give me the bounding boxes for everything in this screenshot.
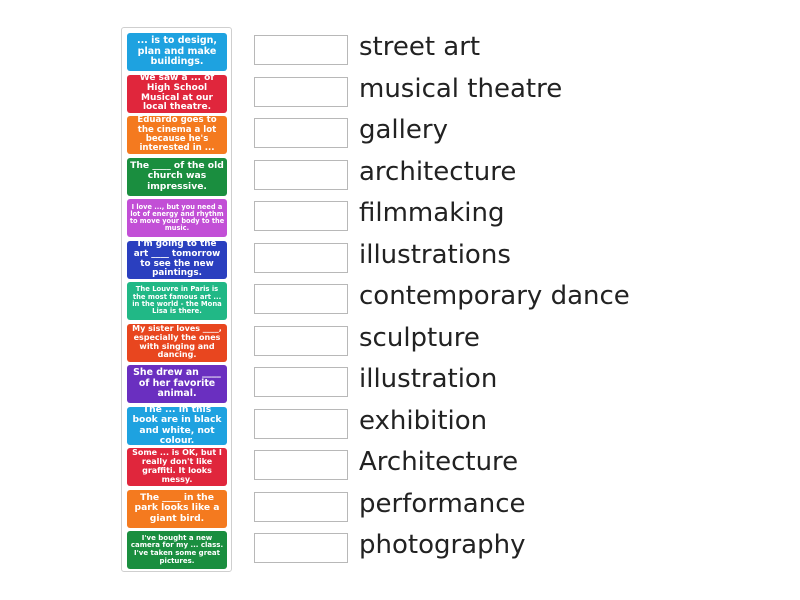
answer-label-1: street art	[359, 32, 481, 62]
tile-7[interactable]: The Louvre in Paris is the most famous a…	[127, 282, 227, 320]
drop-box-1[interactable]	[254, 35, 348, 65]
tile-11[interactable]: Some ... is OK, but I really don't like …	[127, 448, 227, 486]
tile-12[interactable]: The ____ in the park looks like a giant …	[127, 489, 227, 528]
tile-3[interactable]: Eduardo goes to the cinema a lot because…	[127, 116, 227, 154]
tile-4-text: The ____ of the old church was impressiv…	[130, 160, 224, 192]
drop-box-13[interactable]	[254, 533, 348, 563]
answer-label-4: architecture	[359, 156, 517, 187]
tile-10[interactable]: The ... in this book are in black and wh…	[127, 406, 227, 445]
answer-label-12: performance	[359, 488, 526, 519]
drop-box-2[interactable]	[254, 76, 348, 107]
tile-6-text: I'm going to the art ____ tomorrow to se…	[133, 240, 221, 279]
tile-1[interactable]: ... is to design, plan and make building…	[127, 33, 227, 71]
tile-13-text: I've bought a new camera for my ... clas…	[130, 533, 224, 565]
answer-label-10: exhibition	[359, 405, 488, 436]
drop-box-5[interactable]	[254, 201, 348, 231]
tile-9-text: She drew an ____ of her favorite animal.	[133, 367, 221, 400]
drop-box-8[interactable]	[254, 325, 348, 356]
tile-8[interactable]: My sister loves ____, especially the one…	[127, 323, 227, 362]
tile-12-text: The ____ in the park looks like a giant …	[134, 492, 220, 524]
answer-label-9: illustration	[359, 364, 498, 394]
drop-box-3[interactable]	[254, 118, 348, 148]
drop-box-12[interactable]	[254, 491, 348, 522]
answer-label-13: photography	[359, 530, 526, 560]
answer-label-11: Architecture	[359, 447, 519, 477]
answer-label-5: filmmaking	[359, 198, 505, 228]
tile-6[interactable]: I'm going to the art ____ tomorrow to se…	[127, 240, 227, 279]
answer-label-7: contemporary dance	[359, 281, 630, 311]
tile-1-text: ... is to design, plan and make building…	[136, 35, 218, 68]
drop-box-4[interactable]	[254, 159, 348, 190]
answer-label-3: gallery	[359, 115, 448, 145]
tile-2-text: We saw a ... of High School Musical at o…	[139, 74, 215, 113]
tile-10-text: The ... in this book are in black and wh…	[132, 406, 222, 445]
tile-13[interactable]: I've bought a new camera for my ... clas…	[127, 531, 227, 569]
tile-11-text: Some ... is OK, but I really don't like …	[132, 448, 222, 484]
tile-5-text: I love ..., but you need a lot of energy…	[129, 202, 225, 233]
tile-8-text: My sister loves ____, especially the one…	[132, 323, 222, 360]
tile-2[interactable]: We saw a ... of High School Musical at o…	[127, 74, 227, 113]
tile-9[interactable]: She drew an ____ of her favorite animal.	[127, 365, 227, 403]
drop-box-7[interactable]	[254, 284, 348, 314]
drop-box-6[interactable]	[254, 242, 348, 273]
drop-box-9[interactable]	[254, 367, 348, 397]
drop-box-11[interactable]	[254, 450, 348, 480]
tile-4[interactable]: The ____ of the old church was impressiv…	[127, 157, 227, 196]
tile-7-text: The Louvre in Paris is the most famous a…	[132, 285, 222, 316]
tile-5[interactable]: I love ..., but you need a lot of energy…	[127, 199, 227, 237]
answer-label-2: musical theatre	[359, 73, 563, 104]
answer-label-6: illustrations	[359, 239, 511, 270]
tile-3-text: Eduardo goes to the cinema a lot because…	[137, 116, 217, 154]
drop-box-10[interactable]	[254, 408, 348, 439]
answer-label-8: sculpture	[359, 322, 480, 353]
tile-panel: ... is to design, plan and make building…	[121, 27, 232, 572]
